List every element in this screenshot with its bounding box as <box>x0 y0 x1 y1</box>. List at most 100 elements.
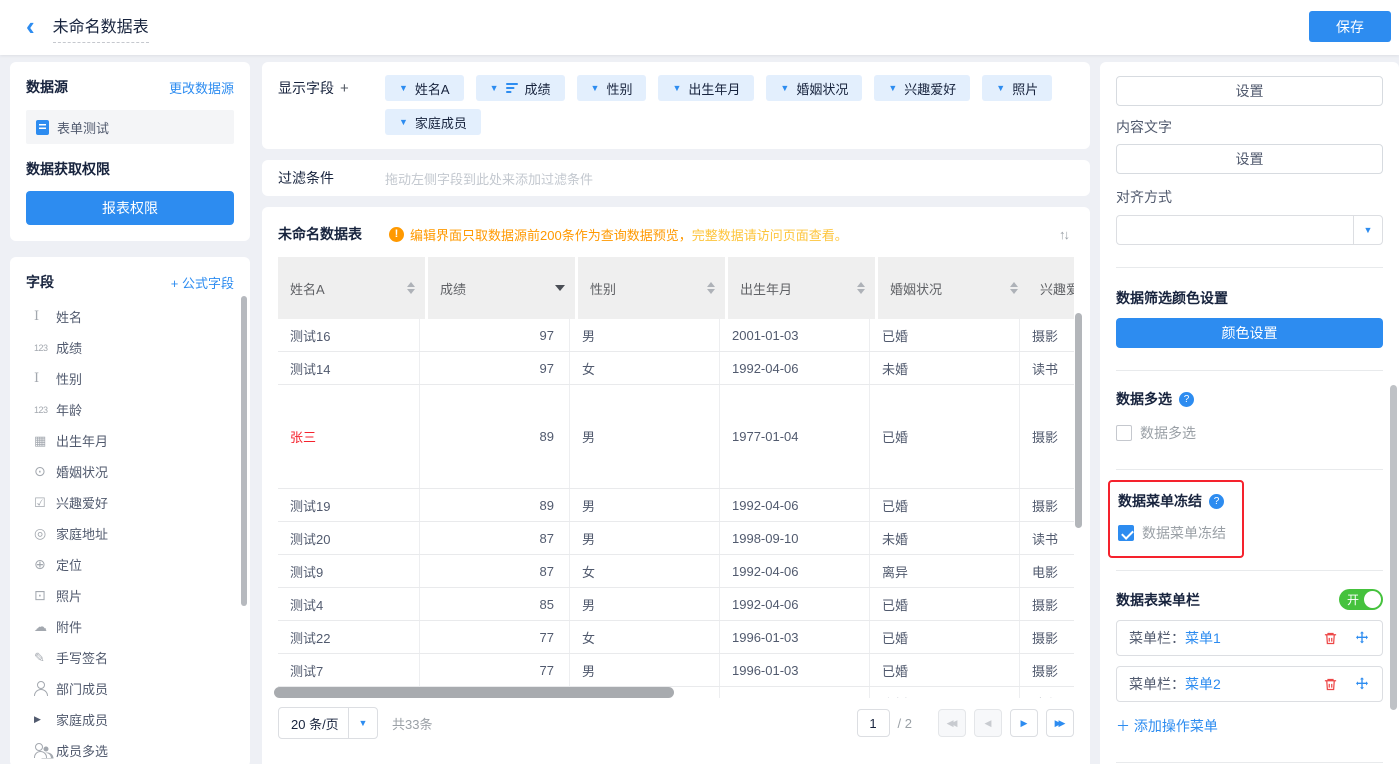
settings-button-2[interactable]: 设置 <box>1116 144 1383 174</box>
report-permission-button[interactable]: 报表权限 <box>26 191 234 225</box>
total-pages: / 2 <box>898 716 912 731</box>
filter-dropzone[interactable]: 拖动左侧字段到此处来添加过滤条件 <box>385 169 1074 188</box>
total-count: 共33条 <box>392 714 432 733</box>
cell-score: 85 <box>420 588 570 620</box>
align-select[interactable]: ▼ <box>1116 215 1383 245</box>
freeze-checkbox-row[interactable]: 数据菜单冻结 <box>1118 523 1226 543</box>
column-header[interactable]: 姓名A <box>278 257 425 319</box>
field-list-item[interactable]: 性别 <box>26 363 234 394</box>
datasource-item[interactable]: 表单测试 <box>26 110 234 144</box>
preview-table-card: 未命名数据表 ! 编辑界面只取数据源前200条作为查询数据预览， 完整数据请访问… <box>262 207 1090 764</box>
cell-marital: 已婚 <box>870 489 1020 521</box>
column-header[interactable]: 成绩 <box>428 257 575 319</box>
table-horizontal-scrollbar[interactable] <box>274 687 674 698</box>
column-header[interactable]: 性别 <box>578 257 725 319</box>
prev-page-button[interactable]: ◀ <box>974 709 1002 737</box>
field-list-item[interactable]: 出生年月 <box>26 425 234 456</box>
display-fields-label: 显示字段+ <box>278 75 385 143</box>
checkbox-checked[interactable] <box>1118 525 1134 541</box>
field-list-item[interactable]: 附件 <box>26 611 234 642</box>
field-tag-label: 婚姻状况 <box>796 79 848 98</box>
sort-desc-icon <box>506 83 519 94</box>
number-icon <box>34 340 56 356</box>
add-action-menu-link[interactable]: ＋ 添加操作菜单 <box>1116 716 1218 736</box>
pagination-bar: 20 条/页 ▼ 共33条 1 / 2 ◀◀ ◀ ▶ ▶▶ <box>278 707 1074 739</box>
column-header[interactable]: 婚姻状况 <box>878 257 1028 319</box>
delete-icon[interactable] <box>1323 631 1338 646</box>
column-header[interactable]: 出生年月 <box>728 257 875 319</box>
field-list-item[interactable]: 定位 <box>26 549 234 580</box>
field-label: 姓名 <box>56 307 82 326</box>
table-row: 测试14 97 女 1992-04-06 未婚 读书 <box>278 352 1074 385</box>
table-row: 测试16 97 男 2001-01-03 已婚 摄影 <box>278 319 1074 352</box>
field-list-item[interactable]: 年龄 <box>26 394 234 425</box>
menu-item-name[interactable]: 菜单1 <box>1185 628 1221 648</box>
cell-score: 77 <box>420 654 570 686</box>
cell-hobby: 摄影 <box>1020 489 1074 521</box>
cell-birth: 1996-01-03 <box>720 654 870 686</box>
back-icon[interactable]: ‹ <box>26 13 35 39</box>
display-field-tags: ▼ 姓名A ▼ 成绩 ▼ 性别 ▼ 出生年月 <box>385 75 1074 143</box>
cell-marital: 已婚 <box>870 385 1020 488</box>
first-page-button[interactable]: ◀◀ <box>938 709 966 737</box>
menu-bar-item[interactable]: 菜单栏： 菜单2 <box>1116 666 1383 702</box>
menu-item-name[interactable]: 菜单2 <box>1185 674 1221 694</box>
field-list-item[interactable]: 姓名 <box>26 301 234 332</box>
preview-notice: ! 编辑界面只取数据源前200条作为查询数据预览， 完整数据请访问页面查看。 <box>389 225 848 244</box>
cell-hobby: 摄影 <box>1020 621 1074 653</box>
field-list-item[interactable]: 手写签名 <box>26 642 234 673</box>
field-tag[interactable]: ▼ 兴趣爱好 <box>874 75 970 101</box>
page-number-input[interactable]: 1 <box>857 709 890 737</box>
next-page-button[interactable]: ▶ <box>1010 709 1038 737</box>
page-size-select[interactable]: 20 条/页 ▼ <box>278 707 378 739</box>
field-list-item[interactable]: 成员多选 <box>26 735 234 764</box>
field-list-item[interactable]: 照片 <box>26 580 234 611</box>
pen-icon <box>34 650 56 666</box>
delete-icon[interactable] <box>1323 677 1338 692</box>
field-list-item[interactable]: 婚姻状况 <box>26 456 234 487</box>
field-list-item[interactable]: 部门成员 <box>26 673 234 704</box>
menu-bar-item[interactable]: 菜单栏： 菜单1 <box>1116 620 1383 656</box>
field-list-item[interactable]: 成绩 <box>26 332 234 363</box>
field-tag[interactable]: ▼ 性别 <box>577 75 647 101</box>
field-list-item[interactable]: 兴趣爱好 <box>26 487 234 518</box>
last-page-button[interactable]: ▶▶ <box>1046 709 1074 737</box>
page-title[interactable]: 未命名数据表 <box>53 13 149 43</box>
color-settings-button[interactable]: 颜色设置 <box>1116 318 1383 348</box>
target-icon <box>34 557 56 573</box>
field-tag-label: 照片 <box>1012 79 1038 98</box>
table-row: 张三 89 男 1977-01-04 已婚 摄影 <box>278 385 1074 489</box>
sort-order-icon[interactable]: ↑↓ <box>1059 227 1074 242</box>
column-header[interactable]: 兴趣爱好 <box>1028 257 1074 319</box>
move-icon[interactable] <box>1354 630 1370 646</box>
fields-scrollbar[interactable] <box>241 296 247 606</box>
help-icon[interactable]: ? <box>1179 392 1194 407</box>
chevron-down-icon: ▼ <box>490 83 499 93</box>
field-list-item[interactable]: 家庭成员 <box>26 704 234 735</box>
field-tag[interactable]: ▼ 成绩 <box>476 75 565 101</box>
help-icon[interactable]: ? <box>1209 494 1224 509</box>
field-tag[interactable]: ▼ 家庭成员 <box>385 109 481 135</box>
field-list-item[interactable]: 家庭地址 <box>26 518 234 549</box>
save-button[interactable]: 保存 <box>1309 11 1391 42</box>
checkbox-unchecked[interactable] <box>1116 425 1132 441</box>
table-vertical-scrollbar[interactable] <box>1075 313 1082 528</box>
add-display-field-button[interactable]: + <box>340 80 349 97</box>
field-tag[interactable]: ▼ 出生年月 <box>658 75 754 101</box>
cell-score: 89 <box>420 489 570 521</box>
field-tag[interactable]: ▼ 照片 <box>982 75 1052 101</box>
field-tag[interactable]: ▼ 姓名A <box>385 75 464 101</box>
multi-select-checkbox-row[interactable]: 数据多选 <box>1116 423 1383 443</box>
field-label: 兴趣爱好 <box>56 493 108 512</box>
table-menu-toggle[interactable]: 开 <box>1339 589 1383 610</box>
cell-name: 测试22 <box>278 621 420 653</box>
column-label: 出生年月 <box>740 279 857 298</box>
settings-button-1[interactable]: 设置 <box>1116 76 1383 106</box>
add-formula-field-link[interactable]: + 公式字段 <box>171 273 234 292</box>
move-icon[interactable] <box>1354 676 1370 692</box>
change-datasource-link[interactable]: 更改数据源 <box>169 78 234 97</box>
checkbox-icon <box>34 495 56 511</box>
field-tag[interactable]: ▼ 婚姻状况 <box>766 75 862 101</box>
cell-birth: 1992-04-06 <box>720 352 870 384</box>
page-scrollbar[interactable] <box>1390 385 1397 710</box>
